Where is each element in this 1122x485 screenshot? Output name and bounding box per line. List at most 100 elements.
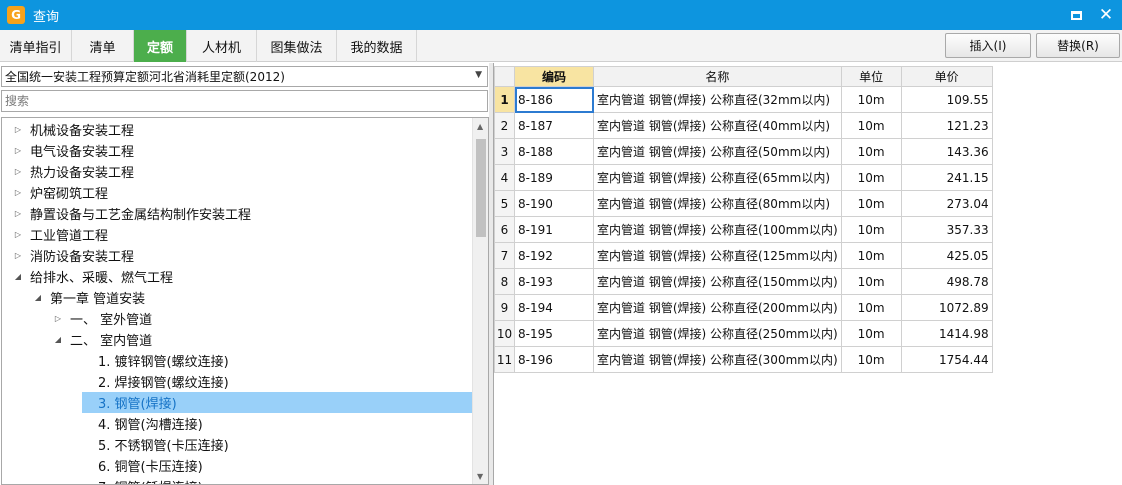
unit-cell[interactable]: 10m [840, 86, 902, 113]
maximize-button[interactable] [1066, 5, 1086, 25]
tab-list-guide[interactable]: 清单指引 [0, 30, 72, 62]
expand-arrow-icon[interactable]: ▷ [12, 209, 24, 218]
insert-button[interactable]: 插入(I) [945, 33, 1031, 58]
tree-item[interactable]: ◢ 二、 室内管道 [2, 329, 472, 350]
tree-item[interactable]: ▷ 炉窑砌筑工程 [2, 182, 472, 203]
name-cell[interactable]: 室内管道 钢管(焊接) 公称直径(300mm以内) [593, 346, 842, 373]
expand-arrow-icon[interactable]: ▷ [12, 251, 24, 260]
code-cell[interactable]: 8-186 [514, 86, 594, 113]
tree-item[interactable]: 3. 钢管(焊接) [2, 392, 472, 413]
tree-scrollbar[interactable]: ▲ ▼ [472, 118, 488, 484]
price-cell[interactable]: 273.04 [900, 190, 993, 217]
price-cell[interactable]: 1414.98 [900, 320, 993, 347]
code-cell[interactable]: 8-189 [514, 164, 594, 191]
collapse-arrow-icon[interactable]: ◢ [32, 293, 44, 302]
table-row[interactable]: 9 8-194 室内管道 钢管(焊接) 公称直径(200mm以内) 10m 1072.8… [494, 294, 993, 321]
table-row[interactable]: 10 8-195 室内管道 钢管(焊接) 公称直径(250mm以内) 10m 1414.… [494, 320, 993, 347]
row-number[interactable]: 7 [494, 242, 515, 269]
tree-item[interactable]: 4. 钢管(沟槽连接) [2, 413, 472, 434]
code-cell[interactable]: 8-187 [514, 112, 594, 139]
row-number[interactable]: 10 [494, 320, 515, 347]
tree-item[interactable]: ▷ 热力设备安装工程 [2, 161, 472, 182]
code-cell[interactable]: 8-188 [514, 138, 594, 165]
scroll-down-icon[interactable]: ▼ [477, 472, 483, 481]
scrollbar-thumb[interactable] [476, 139, 486, 237]
table-row[interactable]: 5 8-190 室内管道 钢管(焊接) 公称直径(80mm以内) 10m 273.04 [494, 190, 993, 217]
code-column-header[interactable]: 编码 [514, 66, 594, 87]
row-number[interactable]: 4 [494, 164, 515, 191]
tab-labor-material-machine[interactable]: 人材机 [187, 30, 257, 62]
unit-cell[interactable]: 10m [840, 242, 902, 269]
table-row[interactable]: 4 8-189 室内管道 钢管(焊接) 公称直径(65mm以内) 10m 241.15 [494, 164, 993, 191]
row-number[interactable]: 3 [494, 138, 515, 165]
search-input[interactable] [1, 90, 488, 112]
tree-item[interactable]: ▷ 电气设备安装工程 [2, 140, 472, 161]
code-cell[interactable]: 8-196 [514, 346, 594, 373]
close-button[interactable]: ✕ [1096, 5, 1116, 25]
name-cell[interactable]: 室内管道 钢管(焊接) 公称直径(65mm以内) [593, 164, 842, 191]
row-number[interactable]: 6 [494, 216, 515, 243]
table-row[interactable]: 3 8-188 室内管道 钢管(焊接) 公称直径(50mm以内) 10m 143.36 [494, 138, 993, 165]
unit-cell[interactable]: 10m [840, 138, 902, 165]
code-cell[interactable]: 8-190 [514, 190, 594, 217]
name-cell[interactable]: 室内管道 钢管(焊接) 公称直径(200mm以内) [593, 294, 842, 321]
table-row[interactable]: 7 8-192 室内管道 钢管(焊接) 公称直径(125mm以内) 10m 425.05 [494, 242, 993, 269]
table-row[interactable]: 11 8-196 室内管道 钢管(焊接) 公称直径(300mm以内) 10m 1754.… [494, 346, 993, 373]
unit-cell[interactable]: 10m [840, 164, 902, 191]
name-cell[interactable]: 室内管道 钢管(焊接) 公称直径(100mm以内) [593, 216, 842, 243]
row-number[interactable]: 5 [494, 190, 515, 217]
collapse-arrow-icon[interactable]: ◢ [12, 272, 24, 281]
price-column-header[interactable]: 单价 [900, 66, 993, 87]
unit-cell[interactable]: 10m [840, 294, 902, 321]
tab-quota[interactable]: 定额 [134, 30, 187, 62]
expand-arrow-icon[interactable]: ▷ [12, 146, 24, 155]
code-cell[interactable]: 8-191 [514, 216, 594, 243]
price-cell[interactable]: 121.23 [900, 112, 993, 139]
quota-library-select[interactable]: 全国统一安装工程预算定额河北省消耗里定额(2012) ▼ [1, 66, 488, 87]
unit-cell[interactable]: 10m [840, 190, 902, 217]
row-number[interactable]: 9 [494, 294, 515, 321]
table-row[interactable]: 6 8-191 室内管道 钢管(焊接) 公称直径(100mm以内) 10m 357.33 [494, 216, 993, 243]
name-cell[interactable]: 室内管道 钢管(焊接) 公称直径(32mm以内) [593, 86, 842, 113]
tree-item[interactable]: ▷ 一、 室外管道 [2, 308, 472, 329]
tree-item[interactable]: ▷ 消防设备安装工程 [2, 245, 472, 266]
row-number[interactable]: 8 [494, 268, 515, 295]
name-cell[interactable]: 室内管道 钢管(焊接) 公称直径(125mm以内) [593, 242, 842, 269]
name-cell[interactable]: 室内管道 钢管(焊接) 公称直径(150mm以内) [593, 268, 842, 295]
tree-item[interactable]: ▷ 静置设备与工艺金属结构制作安装工程 [2, 203, 472, 224]
row-number[interactable]: 1 [494, 86, 515, 113]
tree-item[interactable]: ▷ 机械设备安装工程 [2, 119, 472, 140]
price-cell[interactable]: 498.78 [900, 268, 993, 295]
table-row[interactable]: 1 8-186 室内管道 钢管(焊接) 公称直径(32mm以内) 10m 109.55 [494, 86, 993, 113]
price-cell[interactable]: 143.36 [900, 138, 993, 165]
expand-arrow-icon[interactable]: ▷ [12, 167, 24, 176]
name-cell[interactable]: 室内管道 钢管(焊接) 公称直径(40mm以内) [593, 112, 842, 139]
name-cell[interactable]: 室内管道 钢管(焊接) 公称直径(80mm以内) [593, 190, 842, 217]
unit-cell[interactable]: 10m [840, 320, 902, 347]
price-cell[interactable]: 241.15 [900, 164, 993, 191]
price-cell[interactable]: 109.55 [900, 86, 993, 113]
code-cell[interactable]: 8-194 [514, 294, 594, 321]
price-cell[interactable]: 1072.89 [900, 294, 993, 321]
expand-arrow-icon[interactable]: ▷ [12, 230, 24, 239]
scroll-up-icon[interactable]: ▲ [477, 122, 483, 131]
tree-item[interactable]: 7. 铜管(钎焊连接) [2, 476, 472, 484]
unit-cell[interactable]: 10m [840, 216, 902, 243]
tree-item[interactable]: 2. 焊接钢管(螺纹连接) [2, 371, 472, 392]
name-column-header[interactable]: 名称 [593, 66, 842, 87]
tree-item[interactable]: 5. 不锈钢管(卡压连接) [2, 434, 472, 455]
replace-button[interactable]: 替换(R) [1036, 33, 1120, 58]
unit-cell[interactable]: 10m [840, 268, 902, 295]
tab-atlas-method[interactable]: 图集做法 [257, 30, 337, 62]
name-cell[interactable]: 室内管道 钢管(焊接) 公称直径(250mm以内) [593, 320, 842, 347]
code-cell[interactable]: 8-195 [514, 320, 594, 347]
price-cell[interactable]: 357.33 [900, 216, 993, 243]
unit-cell[interactable]: 10m [840, 112, 902, 139]
collapse-arrow-icon[interactable]: ◢ [52, 335, 64, 344]
expand-arrow-icon[interactable]: ▷ [12, 125, 24, 134]
price-cell[interactable]: 1754.44 [900, 346, 993, 373]
expand-arrow-icon[interactable]: ▷ [12, 188, 24, 197]
tree-item[interactable]: 6. 铜管(卡压连接) [2, 455, 472, 476]
tab-list[interactable]: 清单 [72, 30, 134, 62]
expand-arrow-icon[interactable]: ▷ [52, 314, 64, 323]
